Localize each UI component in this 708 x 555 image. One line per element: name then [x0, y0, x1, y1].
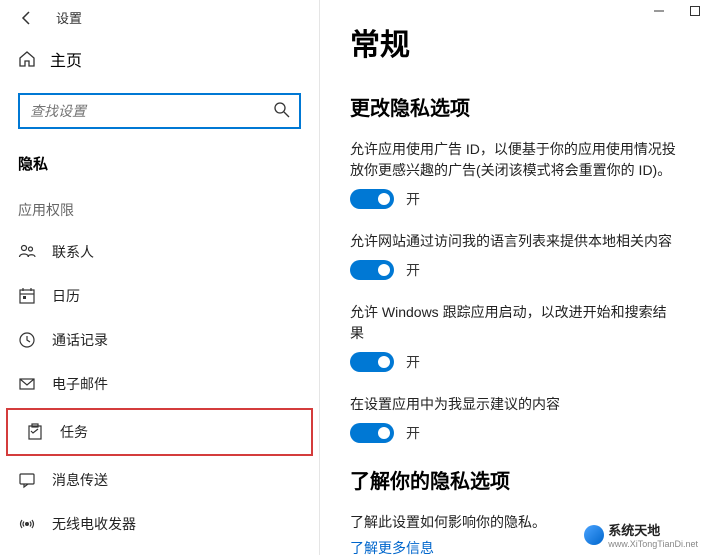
toggle-row-ad-id: 开 — [350, 189, 678, 209]
toggle-row-suggestions: 开 — [350, 423, 678, 443]
contacts-icon — [18, 243, 36, 261]
window-controls — [652, 4, 702, 18]
toggle-state-label: 开 — [406, 189, 420, 209]
search-input[interactable] — [18, 93, 301, 129]
sidebar-item-label: 联系人 — [52, 242, 94, 262]
call-history-icon — [18, 331, 36, 349]
back-button[interactable] — [18, 9, 36, 27]
email-icon — [18, 375, 36, 393]
category-title: 隐私 — [0, 147, 319, 192]
sidebar-item-call-history[interactable]: 通话记录 — [0, 318, 319, 362]
section-heading: 了解你的隐私选项 — [350, 465, 678, 494]
sidebar-item-radio[interactable]: 无线电收发器 — [0, 502, 319, 546]
toggle-suggestions[interactable] — [350, 423, 394, 443]
toggle-row-app-tracking: 开 — [350, 352, 678, 372]
maximize-button[interactable] — [688, 4, 702, 18]
home-label: 主页 — [50, 47, 82, 71]
toggle-desc: 允许应用使用广告 ID，以便基于你的应用使用情况投放你更感兴趣的广告(关闭该模式… — [350, 139, 678, 181]
toggle-desc: 在设置应用中为我显示建议的内容 — [350, 394, 678, 415]
watermark: 系统天地 www.XiTongTianDi.net — [584, 520, 698, 549]
toggle-desc: 允许 Windows 跟踪应用启动，以改进开始和搜索结果 — [350, 302, 678, 344]
calendar-icon — [18, 287, 36, 305]
toggle-language-list[interactable] — [350, 260, 394, 280]
sidebar-item-label: 通话记录 — [52, 330, 108, 350]
toggle-state-label: 开 — [406, 352, 420, 372]
toggle-row-language-list: 开 — [350, 260, 678, 280]
app-title: 设置 — [56, 8, 82, 27]
toggle-desc: 允许网站通过访问我的语言列表来提供本地相关内容 — [350, 231, 678, 252]
toggle-ad-id[interactable] — [350, 189, 394, 209]
search-icon[interactable] — [273, 101, 291, 119]
search-container — [18, 93, 301, 129]
home-icon — [18, 50, 36, 68]
toggle-app-tracking[interactable] — [350, 352, 394, 372]
main-content: 常规 更改隐私选项 允许应用使用广告 ID，以便基于你的应用使用情况投放你更感兴… — [320, 0, 708, 555]
radio-icon — [18, 515, 36, 533]
watermark-url: www.XiTongTianDi.net — [608, 539, 698, 549]
page-title: 常规 — [350, 20, 678, 64]
subsection-title: 应用权限 — [0, 192, 319, 230]
sidebar-item-email[interactable]: 电子邮件 — [0, 362, 319, 406]
section-heading: 更改隐私选项 — [350, 92, 678, 121]
sidebar-item-label: 任务 — [60, 422, 88, 442]
watermark-name: 系统天地 — [608, 520, 698, 539]
home-button[interactable]: 主页 — [0, 35, 319, 83]
minimize-button[interactable] — [652, 4, 666, 18]
title-bar: 设置 — [0, 0, 319, 35]
toggle-state-label: 开 — [406, 423, 420, 443]
sidebar-item-tasks[interactable]: 任务 — [6, 408, 313, 456]
sidebar-item-label: 消息传送 — [52, 470, 108, 490]
tasks-icon — [26, 423, 44, 441]
sidebar-item-label: 电子邮件 — [52, 374, 108, 394]
toggle-state-label: 开 — [406, 260, 420, 280]
sidebar-item-contacts[interactable]: 联系人 — [0, 230, 319, 274]
sidebar: 设置 主页 隐私 应用权限 联系人 日历 通话记录 电子邮件 任务 — [0, 0, 320, 555]
sidebar-item-calendar[interactable]: 日历 — [0, 274, 319, 318]
messaging-icon — [18, 471, 36, 489]
watermark-logo-icon — [584, 525, 604, 545]
sidebar-item-label: 无线电收发器 — [52, 514, 136, 534]
sidebar-item-messaging[interactable]: 消息传送 — [0, 458, 319, 502]
sidebar-item-label: 日历 — [52, 286, 80, 306]
